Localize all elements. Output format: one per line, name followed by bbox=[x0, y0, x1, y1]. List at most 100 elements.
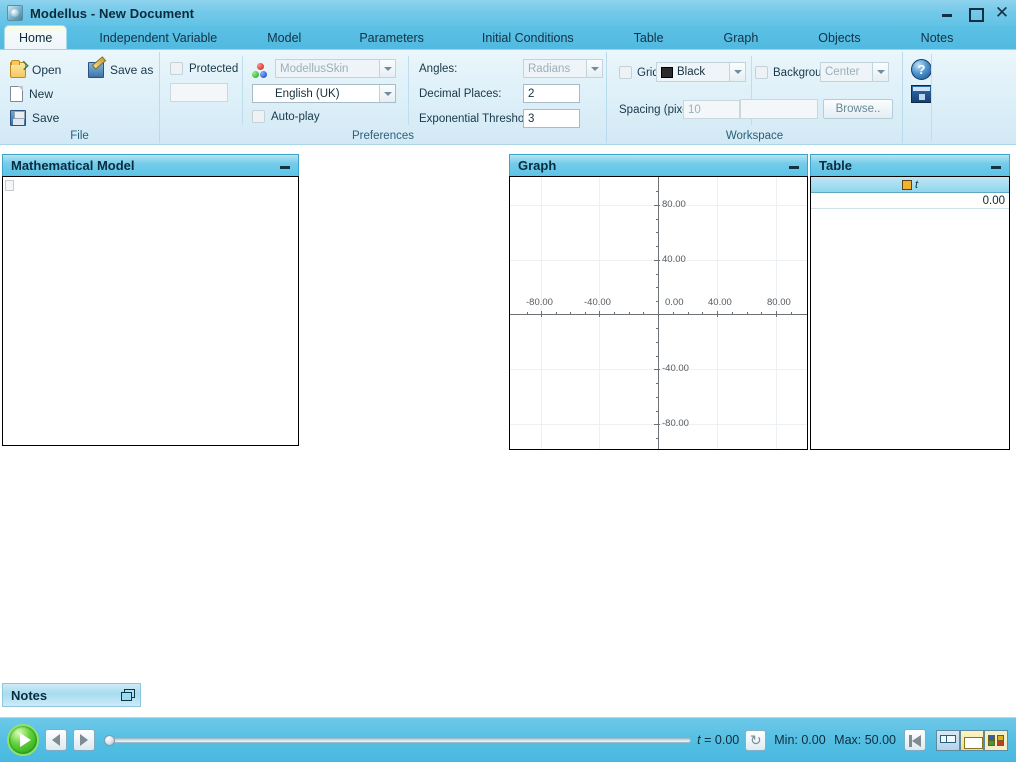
table-column-name: t bbox=[914, 178, 919, 191]
loop-refresh-icon[interactable]: ↻ bbox=[745, 729, 767, 751]
minimize-panel-icon[interactable] bbox=[989, 160, 1003, 172]
new-button[interactable]: New bbox=[10, 86, 53, 102]
y-tick-minor bbox=[656, 342, 659, 343]
group-divider bbox=[408, 56, 409, 125]
x-tick-label: -40.00 bbox=[584, 297, 611, 308]
window-title: Modellus - New Document bbox=[30, 5, 195, 21]
model-cursor-handle bbox=[5, 180, 14, 191]
table-grid[interactable]: t 0.00 bbox=[810, 176, 1010, 450]
x-tick-major bbox=[776, 311, 777, 317]
new-label: New bbox=[29, 87, 54, 101]
background-checkbox[interactable] bbox=[755, 66, 768, 79]
grid-checkbox[interactable] bbox=[619, 66, 632, 79]
workspace-canvas[interactable]: Mathematical Model Graph -80.00 -40.00 0… bbox=[0, 145, 1016, 717]
y-tick-major bbox=[654, 369, 660, 370]
chevron-down-icon bbox=[872, 63, 888, 81]
panel-header[interactable]: Graph bbox=[509, 154, 808, 176]
graph-plot-area[interactable]: -80.00 -40.00 0.00 40.00 80.00 80.00 40.… bbox=[509, 176, 808, 450]
minimize-icon[interactable] bbox=[940, 5, 956, 21]
x-tick-major bbox=[599, 311, 600, 317]
skin-dropdown[interactable]: ModellusSkin bbox=[275, 59, 396, 78]
tab-objects[interactable]: Objects bbox=[804, 26, 874, 49]
autoplay-checkbox[interactable] bbox=[252, 110, 265, 123]
time-slider-knob[interactable] bbox=[104, 734, 115, 746]
panel-graph: Graph -80.00 -40.00 0.00 40.00 80.00 80.… bbox=[509, 154, 808, 450]
y-tick-label: 80.00 bbox=[662, 199, 686, 210]
decimal-places-label: Decimal Places: bbox=[419, 88, 502, 100]
graph-canvas[interactable]: -80.00 -40.00 0.00 40.00 80.00 80.00 40.… bbox=[510, 177, 807, 449]
autoplay-checkbox-row[interactable]: Auto-play bbox=[252, 110, 320, 123]
tab-independent-variable[interactable]: Independent Variable bbox=[85, 26, 231, 49]
x-tick-minor bbox=[747, 312, 748, 315]
decimal-places-field[interactable]: 2 bbox=[523, 84, 580, 103]
y-tick-minor bbox=[656, 328, 659, 329]
save-as-button[interactable]: Save as bbox=[88, 62, 153, 78]
protected-checkbox-row[interactable]: Protected bbox=[170, 62, 238, 75]
y-tick-label: 40.00 bbox=[662, 254, 686, 265]
y-tick-major bbox=[654, 424, 660, 425]
ribbon-group-help: ? bbox=[903, 52, 1016, 143]
step-forward-button[interactable] bbox=[73, 729, 95, 751]
spacing-field[interactable]: 10 bbox=[683, 100, 740, 119]
background-position-value: Center bbox=[825, 66, 860, 78]
panel-header[interactable]: Mathematical Model bbox=[2, 154, 299, 176]
language-value: English (UK) bbox=[275, 87, 340, 100]
table-column-header[interactable]: t bbox=[811, 177, 1009, 193]
tab-graph[interactable]: Graph bbox=[710, 26, 773, 49]
skin-value: ModellusSkin bbox=[280, 62, 349, 75]
save-button[interactable]: Save bbox=[10, 110, 59, 126]
grid-color-dropdown[interactable]: Black bbox=[656, 62, 746, 82]
chevron-down-icon bbox=[729, 63, 745, 81]
file-explorer-icon[interactable] bbox=[960, 729, 984, 751]
maximize-icon[interactable] bbox=[967, 5, 984, 22]
tab-notes[interactable]: Notes bbox=[907, 26, 968, 49]
angles-dropdown[interactable]: Radians bbox=[523, 59, 603, 78]
tab-parameters[interactable]: Parameters bbox=[345, 26, 438, 49]
background-position-dropdown[interactable]: Center bbox=[820, 62, 889, 82]
help-question-icon[interactable]: ? bbox=[911, 59, 932, 80]
time-slider-track[interactable] bbox=[109, 737, 692, 743]
ribbon-panel: Open New Save Save as File Protected Mod… bbox=[0, 50, 1016, 145]
panel-header[interactable]: Notes bbox=[2, 683, 141, 707]
y-tick-minor bbox=[656, 397, 659, 398]
video-help-icon[interactable] bbox=[911, 85, 932, 103]
tab-table[interactable]: Table bbox=[620, 26, 678, 49]
background-path-field[interactable] bbox=[740, 99, 818, 119]
arrange-windows-icon[interactable] bbox=[936, 729, 960, 751]
tab-home[interactable]: Home bbox=[4, 25, 68, 49]
close-icon[interactable]: ✕ bbox=[994, 4, 1010, 21]
minimize-panel-icon[interactable] bbox=[787, 160, 801, 172]
panel-header[interactable]: Table bbox=[810, 154, 1010, 176]
tab-initial-conditions[interactable]: Initial Conditions bbox=[468, 26, 588, 49]
table-cell-t: 0.00 bbox=[982, 194, 1005, 207]
tab-model[interactable]: Model bbox=[253, 26, 315, 49]
browse-button[interactable]: Browse.. bbox=[823, 99, 893, 119]
time-equals-label: = bbox=[704, 733, 712, 747]
ribbon-group-file: Open New Save Save as File bbox=[0, 52, 160, 143]
tab-label: Parameters bbox=[359, 30, 424, 45]
grid-checkbox-row[interactable]: Grid bbox=[619, 66, 659, 79]
language-dropdown[interactable]: English (UK) bbox=[252, 84, 396, 103]
minimize-panel-icon[interactable] bbox=[278, 160, 292, 172]
step-back-button[interactable] bbox=[45, 729, 67, 751]
y-tick-minor bbox=[656, 301, 659, 302]
color-grid-icon[interactable] bbox=[984, 729, 1008, 751]
rewind-to-start-button[interactable] bbox=[904, 729, 926, 751]
play-button[interactable] bbox=[7, 724, 39, 756]
time-slider[interactable] bbox=[104, 730, 692, 750]
password-field[interactable] bbox=[170, 83, 228, 102]
table-row[interactable]: 0.00 bbox=[811, 193, 1009, 209]
mathematical-model-editor[interactable] bbox=[2, 176, 299, 446]
y-tick-minor bbox=[656, 411, 659, 412]
ribbon-group-workspace: Grid Black Spacing (pixels): 10 Backgrou… bbox=[607, 52, 903, 143]
restore-panel-icon[interactable] bbox=[121, 689, 135, 701]
min-label: Min: 0.00 bbox=[774, 733, 826, 747]
angles-label: Angles: bbox=[419, 63, 458, 75]
protected-checkbox[interactable] bbox=[170, 62, 183, 75]
series-color-swatch[interactable] bbox=[901, 179, 912, 190]
open-button[interactable]: Open bbox=[10, 60, 61, 78]
tab-label: Objects bbox=[818, 30, 861, 45]
chevron-down-icon bbox=[586, 60, 602, 77]
exponential-threshold-field[interactable]: 3 bbox=[523, 109, 580, 128]
exponential-threshold-label: Exponential Threshold: bbox=[419, 113, 537, 125]
